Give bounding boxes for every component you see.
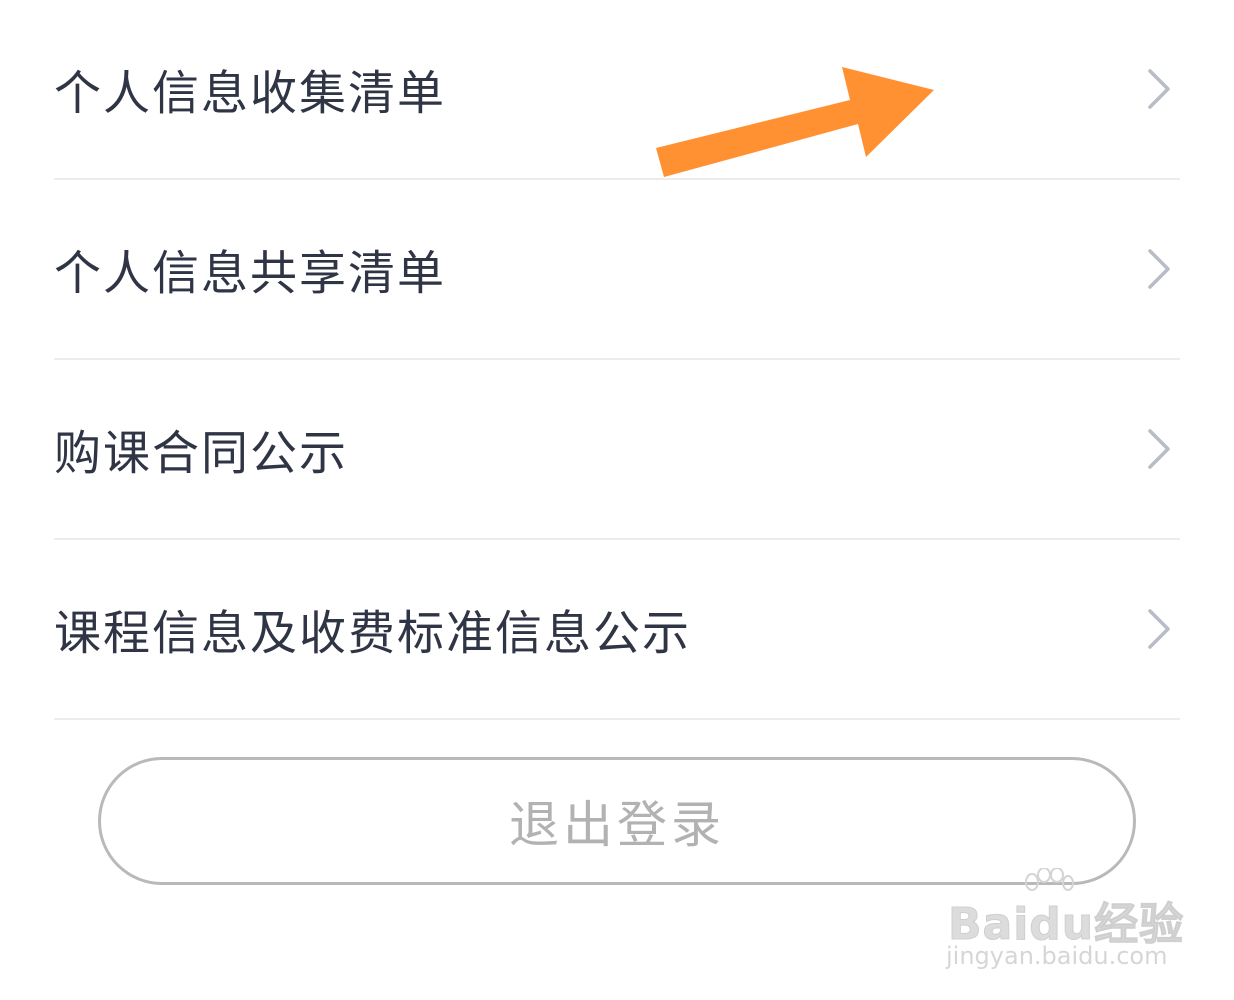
menu-item-personal-info-sharing[interactable]: 个人信息共享清单 xyxy=(54,180,1180,360)
menu-item-label: 个人信息收集清单 xyxy=(54,66,446,122)
menu-item-course-fee-info[interactable]: 课程信息及收费标准信息公示 xyxy=(54,540,1180,720)
logout-button-label: 退出登录 xyxy=(509,796,725,854)
baidu-jingyan-watermark: Baidu经验 jingyan.baidu.com xyxy=(930,868,1190,978)
settings-menu-list: 个人信息收集清单 个人信息共享清单 购课合同公示 课程信息及收费标准信息公示 xyxy=(54,0,1180,720)
chevron-right-icon xyxy=(1148,249,1170,289)
chevron-right-icon xyxy=(1148,609,1170,649)
menu-item-personal-info-collection[interactable]: 个人信息收集清单 xyxy=(54,0,1180,180)
menu-item-label: 购课合同公示 xyxy=(54,426,348,482)
watermark-domain: jingyan.baidu.com xyxy=(946,942,1168,970)
menu-item-label: 个人信息共享清单 xyxy=(54,246,446,302)
chevron-right-icon xyxy=(1148,69,1170,109)
chevron-right-icon xyxy=(1148,429,1170,469)
annotation-arrow-icon xyxy=(656,67,934,177)
menu-item-label: 课程信息及收费标准信息公示 xyxy=(54,606,691,662)
menu-item-course-contract[interactable]: 购课合同公示 xyxy=(54,360,1180,540)
logout-button[interactable]: 退出登录 xyxy=(98,757,1136,885)
